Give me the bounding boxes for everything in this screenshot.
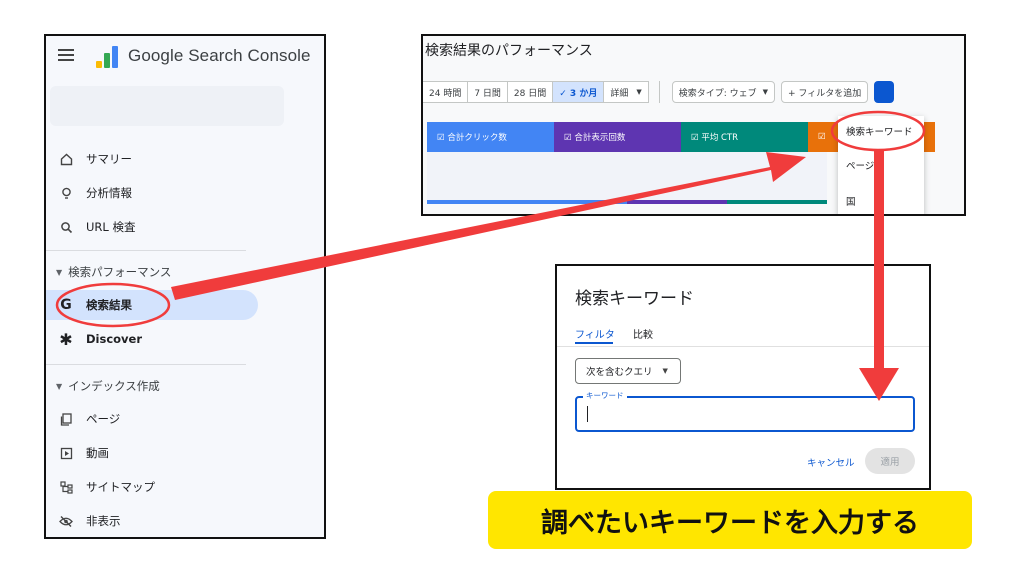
- chart-clicks-line: [427, 200, 627, 204]
- chart-impressions-line: [627, 200, 727, 204]
- sidebar-item-discover[interactable]: ✱ Discover: [46, 324, 286, 354]
- range-7d-button[interactable]: 7 日間: [467, 81, 508, 103]
- home-icon: [58, 151, 74, 167]
- menu-item-country[interactable]: 国: [846, 194, 856, 208]
- hamburger-menu-icon[interactable]: [58, 49, 74, 61]
- chart-ctr-line: [727, 200, 827, 204]
- sidebar-divider: [46, 364, 246, 365]
- menu-item-page[interactable]: ページ: [846, 158, 874, 172]
- performance-chart-area: [427, 152, 827, 204]
- range-3m-button[interactable]: ✓ 3 か月: [552, 81, 605, 103]
- sidebar-item-label: サイトマップ: [86, 480, 155, 494]
- range-28d-button[interactable]: 28 日間: [506, 81, 554, 103]
- keyword-input-label: キーワード: [583, 390, 627, 401]
- sidebar-item-label: 非表示: [86, 514, 121, 528]
- sidebar-item-url-inspection[interactable]: URL 検査: [46, 212, 286, 242]
- video-icon: [58, 445, 74, 461]
- tab-filter[interactable]: フィルタ: [575, 326, 615, 341]
- keyword-input[interactable]: [575, 396, 915, 432]
- apply-button[interactable]: 適用: [865, 448, 915, 474]
- sidebar-item-summary[interactable]: サマリー: [46, 144, 286, 174]
- search-console-logo-icon: [96, 46, 118, 68]
- filter-icon[interactable]: [874, 81, 895, 103]
- cancel-button[interactable]: キャンセル: [807, 455, 855, 469]
- sidebar-item-label: Discover: [86, 332, 143, 346]
- sidebar-divider: [46, 250, 246, 251]
- active-tab-indicator: [575, 342, 613, 344]
- sidebar-item-label: 動画: [86, 446, 109, 460]
- sidebar-header: Google Search Console: [46, 36, 324, 80]
- range-custom-label: 詳細: [610, 88, 629, 99]
- lightbulb-icon: [58, 185, 74, 201]
- toolbar-divider: [658, 81, 660, 103]
- text-cursor: [587, 406, 588, 422]
- sidebar-item-videos[interactable]: 動画: [46, 438, 286, 468]
- filter-dropdown-menu: 検索キーワード ページ 国: [838, 116, 924, 214]
- chevron-down-icon: ▼: [762, 88, 769, 96]
- sidebar-panel: Google Search Console サマリー 分析情報 URL 検査 ▼…: [44, 34, 326, 539]
- metric-average-ctr[interactable]: ☑ 平均 CTR: [681, 122, 808, 152]
- tab-divider: [557, 346, 929, 347]
- dialog-title: 検索キーワード: [575, 289, 694, 309]
- sidebar-item-insights[interactable]: 分析情報: [46, 178, 286, 208]
- hidden-icon: [58, 513, 74, 529]
- search-type-select[interactable]: 検索タイプ: ウェブ ▼: [671, 81, 776, 103]
- section-search-performance[interactable]: ▼ 検索パフォーマンス: [56, 264, 171, 280]
- brand-name: Google Search Console: [128, 46, 311, 65]
- keyword-filter-dialog: 検索キーワード フィルタ 比較 次を含むクエリ ▼ キーワード キャンセル 適用: [555, 264, 931, 490]
- search-icon: [58, 219, 74, 235]
- sidebar-item-pages[interactable]: ページ: [46, 404, 286, 434]
- section-label: 検索パフォーマンス: [68, 265, 172, 279]
- tab-compare[interactable]: 比較: [633, 326, 653, 341]
- google-g-icon: G: [60, 297, 72, 313]
- collapse-triangle-icon: ▼: [56, 381, 63, 391]
- sidebar-item-removals[interactable]: 非表示: [46, 506, 286, 536]
- sidebar-item-label: 分析情報: [86, 186, 132, 200]
- chevron-down-icon: ▼: [662, 367, 668, 375]
- chevron-down-icon: ▼: [636, 88, 642, 96]
- page-title: 検索結果のパフォーマンス: [425, 43, 593, 59]
- section-label: インデックス作成: [68, 379, 160, 393]
- sidebar-item-label: ページ: [86, 412, 121, 426]
- metric-total-impressions[interactable]: ☑ 合計表示回数: [554, 122, 681, 152]
- collapse-triangle-icon: ▼: [56, 267, 63, 277]
- sidebar-item-sitemaps[interactable]: サイトマップ: [46, 472, 286, 502]
- sidebar-item-search-results[interactable]: G 検索結果: [46, 290, 258, 320]
- condition-select[interactable]: 次を含むクエリ ▼: [575, 358, 681, 384]
- date-range-toolbar: 24 時間 7 日間 28 日間 ✓ 3 か月 詳細 ▼ 検索タイプ: ウェブ …: [423, 80, 895, 104]
- metric-total-clicks[interactable]: ☑ 合計クリック数: [427, 122, 554, 152]
- condition-select-label: 次を含むクエリ: [586, 367, 653, 378]
- add-filter-button[interactable]: + フィルタを追加: [781, 81, 869, 103]
- sitemap-icon: [58, 479, 74, 495]
- asterisk-icon: ✱: [59, 329, 73, 349]
- property-selector[interactable]: [50, 86, 284, 126]
- sidebar-item-label: URL 検査: [86, 220, 136, 234]
- search-type-label: 検索タイプ: ウェブ: [678, 88, 757, 99]
- pages-icon: [58, 411, 74, 427]
- instruction-caption: 調べたいキーワードを入力する: [488, 491, 972, 549]
- performance-panel: 検索結果のパフォーマンス 24 時間 7 日間 28 日間 ✓ 3 か月 詳細 …: [421, 34, 966, 216]
- sidebar-item-label: 検索結果: [86, 298, 132, 312]
- range-24h-button[interactable]: 24 時間: [423, 81, 469, 103]
- section-indexing[interactable]: ▼ インデックス作成: [56, 378, 160, 394]
- sidebar-item-label: サマリー: [86, 152, 132, 166]
- menu-item-query[interactable]: 検索キーワード: [846, 124, 913, 138]
- range-custom-button[interactable]: 詳細 ▼: [603, 81, 649, 103]
